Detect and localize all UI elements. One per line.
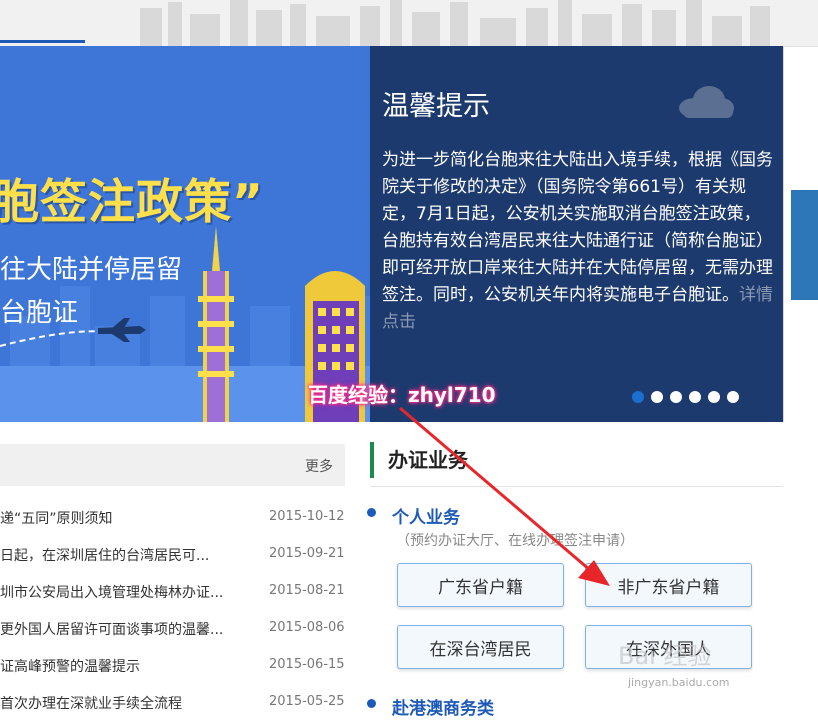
carousel-dot-6[interactable] — [727, 391, 739, 403]
guangdong-household-button[interactable]: 广东省户籍 — [397, 563, 564, 607]
nav-active-indicator — [0, 40, 85, 43]
news-item[interactable]: 首次办理在深就业手续全流程 2015-05-25 — [0, 685, 345, 722]
taiwan-residents-button[interactable]: 在深台湾居民 — [397, 625, 564, 669]
carousel-dots — [632, 391, 739, 403]
carousel-dot-3[interactable] — [670, 391, 682, 403]
baidu-logo-watermark: Bai 经验 — [618, 642, 712, 670]
top-nav — [0, 0, 818, 47]
news-title[interactable]: 更外国人居留许可面谈事项的温馨... — [0, 619, 240, 639]
news-date: 2015-06-15 — [269, 657, 345, 672]
cloud-icon — [679, 86, 734, 118]
banner-subtitle-line2: 台胞证 — [0, 298, 79, 328]
news-date: 2015-09-21 — [269, 546, 345, 561]
news-date: 2015-08-06 — [269, 620, 345, 635]
banner-headline: 胞签注政策” — [0, 175, 264, 230]
non-guangdong-household-button[interactable]: 非广东省户籍 — [585, 563, 752, 607]
carousel-dot-2[interactable] — [651, 391, 663, 403]
notice-title: 温馨提示 — [382, 91, 490, 122]
news-title[interactable]: 证高峰预警的温馨提示 — [0, 656, 240, 676]
news-item[interactable]: 证高峰预警的温馨提示 2015-06-15 — [0, 648, 345, 685]
bullet-icon — [367, 508, 376, 517]
carousel-dot-1[interactable] — [632, 391, 644, 403]
notice-panel: 温馨提示 为进一步简化台胞来往大陆出入境手续，根据《国务院关于修改的决定》（国务… — [370, 46, 783, 422]
carousel-dot-4[interactable] — [689, 391, 701, 403]
personal-services-subtitle: （预约办证大厅、在线办理签注申请） — [396, 533, 634, 549]
news-title[interactable]: 首次办理在深就业手续全流程 — [0, 693, 240, 713]
notice-text: 为进一步简化台胞来往大陆出入境手续，根据《国务院关于修改的决定》（国务院令第66… — [382, 150, 773, 305]
side-float-tab[interactable] — [791, 190, 818, 300]
news-title[interactable]: 递“五同”原则须知 — [0, 508, 240, 528]
bullet-icon — [367, 699, 376, 708]
news-title[interactable]: 日起，在深圳居住的台湾居民可... — [0, 545, 240, 565]
services-title: 办证业务 — [370, 442, 468, 478]
carousel-dot-5[interactable] — [708, 391, 720, 403]
news-title[interactable]: 圳市公安局出入境管理处梅林办证... — [0, 582, 240, 602]
personal-services-heading[interactable]: 个人业务 — [392, 503, 460, 528]
news-item[interactable]: 递“五同”原则须知 2015-10-12 — [0, 500, 345, 537]
divider — [783, 46, 784, 422]
news-header: 更多 — [0, 444, 345, 486]
news-date: 2015-10-12 — [269, 509, 345, 524]
banner-subtitle-line1: 往大陆并停居留 — [0, 255, 183, 285]
hkmo-business-heading[interactable]: 赴港澳商务类 — [392, 694, 494, 719]
news-item[interactable]: 圳市公安局出入境管理处梅林办证... 2015-08-21 — [0, 574, 345, 611]
watermark-label: 百度经验：zhyl710 — [308, 383, 496, 407]
news-list: 递“五同”原则须知 2015-10-12 日起，在深圳居住的台湾居民可... 201… — [0, 500, 345, 722]
city-skyline-illustration — [0, 226, 370, 422]
news-date: 2015-05-25 — [269, 694, 345, 709]
news-more-link[interactable]: 更多 — [305, 456, 333, 476]
news-item[interactable]: 更外国人居留许可面谈事项的温馨... 2015-08-06 — [0, 611, 345, 648]
watermark-url: jingyan.baidu.com — [628, 676, 730, 689]
news-item[interactable]: 日起，在深圳居住的台湾居民可... 2015-09-21 — [0, 537, 345, 574]
services-divider — [370, 486, 783, 487]
notice-body: 为进一步简化台胞来往大陆出入境手续，根据《国务院关于修改的决定》（国务院令第66… — [382, 147, 774, 336]
header-skyline-decoration — [140, 0, 770, 46]
news-date: 2015-08-21 — [269, 583, 345, 598]
hero-banner[interactable]: 胞签注政策” 往大陆并停居留 台胞证 — [0, 46, 370, 422]
